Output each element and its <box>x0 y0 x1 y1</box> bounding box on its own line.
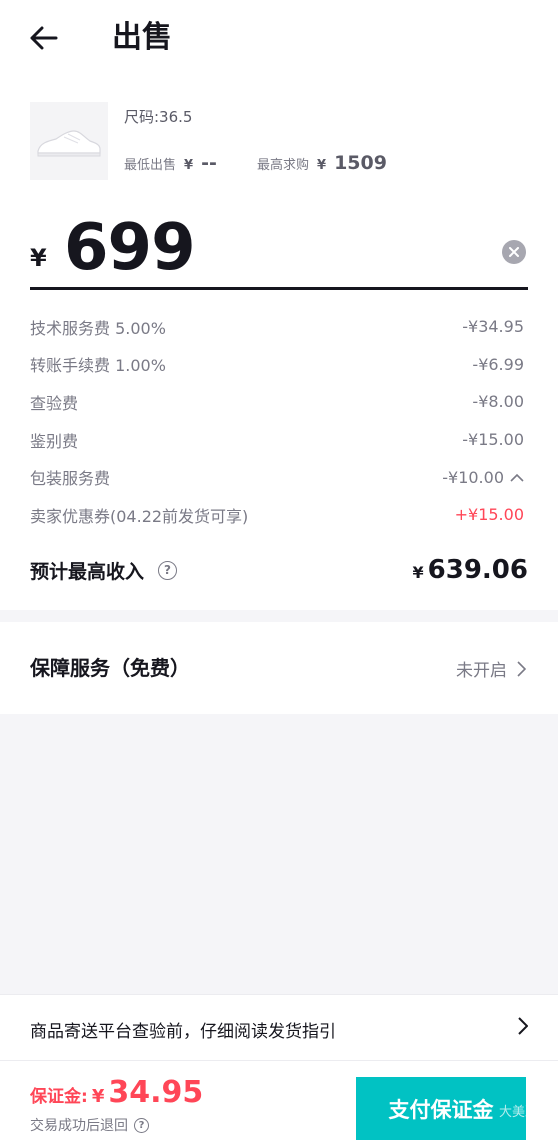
price-input-field[interactable]: ¥ 699 <box>30 210 528 290</box>
close-icon <box>509 247 519 257</box>
price-value[interactable]: 699 <box>64 210 196 286</box>
income-value: 639.06 <box>427 555 528 585</box>
price-currency: ¥ <box>30 244 47 272</box>
shipping-guide-text: 商品寄送平台查验前，仔细阅读发货指引 <box>30 1022 336 1042</box>
page-title: 出售 <box>112 20 172 55</box>
deposit-amount: 保证金: ¥ 34.95 <box>30 1075 203 1110</box>
refund-note: 交易成功后退回 <box>30 1118 128 1134</box>
watermark: 大美冷 <box>498 1105 538 1120</box>
lowest-sell-stat: 最低出售 ¥ -- <box>124 152 217 174</box>
fee-amount: -¥6.99 <box>472 354 524 374</box>
chevron-up-icon[interactable] <box>510 473 524 482</box>
fee-label: 查验费 <box>30 393 79 413</box>
fee-label: 鉴别费 <box>30 431 79 451</box>
lowest-sell-value: -- <box>201 152 217 174</box>
income-label-group: 预计最高收入 ? <box>30 557 178 584</box>
guarantee-status: 未开启 <box>456 661 507 681</box>
lowest-sell-label: 最低出售 <box>124 158 177 173</box>
chevron-right-icon <box>517 660 526 677</box>
fee-amount: +¥15.00 <box>454 505 524 525</box>
income-value-group: ¥ 639.06 <box>413 555 528 585</box>
highest-bid-value: 1509 <box>334 152 387 174</box>
fee-row-tech-service: 技术服务费 5.00% -¥34.95 <box>30 308 524 346</box>
fee-label: 卖家优惠券(04.22前发货可享) <box>30 506 249 526</box>
fee-amount: -¥34.95 <box>462 317 524 337</box>
sneaker-image <box>37 130 101 157</box>
help-icon[interactable]: ? <box>134 1117 149 1133</box>
sell-form-card: 尺码:36.5 最低出售 ¥ -- 最高求购 ¥ 1509 ¥ 699 技术服务… <box>0 80 558 610</box>
lowest-sell-currency: ¥ <box>184 158 194 173</box>
fee-list: 技术服务费 5.00% -¥34.95 转账手续费 1.00% -¥6.99 查… <box>30 308 524 534</box>
deposit-currency: ¥ <box>91 1086 105 1107</box>
fee-row-authentication: 鉴别费 -¥15.00 <box>30 421 524 459</box>
chevron-right-icon <box>518 1017 528 1035</box>
guarantee-service-row[interactable]: 保障服务（免费） 未开启 <box>0 622 558 714</box>
highest-bid-currency: ¥ <box>317 158 327 173</box>
highest-bid-stat: 最高求购 ¥ 1509 <box>257 152 387 174</box>
fee-amount: -¥8.00 <box>472 392 524 412</box>
back-button[interactable] <box>22 18 66 58</box>
fee-label: 转账手续费 1.00% <box>30 356 166 376</box>
fee-amount: -¥15.00 <box>462 430 524 450</box>
arrow-left-icon <box>30 26 58 50</box>
product-size: 尺码:36.5 <box>124 108 193 126</box>
product-thumbnail <box>30 102 108 180</box>
fee-row-seller-coupon: 卖家优惠券(04.22前发货可享) +¥15.00 <box>30 496 524 534</box>
guarantee-status-group: 未开启 <box>456 656 526 681</box>
fee-amount-with-toggle[interactable]: -¥10.00 <box>442 468 524 487</box>
deposit-label: 保证金: <box>30 1087 88 1107</box>
fee-label: 包装服务费 <box>30 469 111 489</box>
header-bar: 出售 <box>0 0 558 80</box>
shipping-guide-row[interactable]: 商品寄送平台查验前，仔细阅读发货指引 <box>0 994 558 1060</box>
estimated-income-row: 预计最高收入 ? ¥ 639.06 <box>30 550 528 590</box>
income-label: 预计最高收入 <box>30 560 145 583</box>
footer-bar: 保证金: ¥ 34.95 交易成功后退回 ? 支付保证金 大美冷 <box>0 1060 558 1140</box>
highest-bid-label: 最高求购 <box>257 158 310 173</box>
fee-row-packaging[interactable]: 包装服务费 -¥10.00 <box>30 458 524 496</box>
refund-note-group: 交易成功后退回 ? <box>30 1115 149 1135</box>
fee-row-inspection: 查验费 -¥8.00 <box>30 383 524 421</box>
deposit-value: 34.95 <box>108 1075 204 1110</box>
fee-amount: -¥10.00 <box>442 467 504 487</box>
clear-price-button[interactable] <box>502 240 526 264</box>
fee-row-transfer: 转账手续费 1.00% -¥6.99 <box>30 346 524 384</box>
guarantee-label: 保障服务（免费） <box>30 656 190 680</box>
income-currency: ¥ <box>412 563 424 582</box>
help-icon[interactable]: ? <box>158 560 178 580</box>
fee-label: 技术服务费 5.00% <box>30 318 166 338</box>
